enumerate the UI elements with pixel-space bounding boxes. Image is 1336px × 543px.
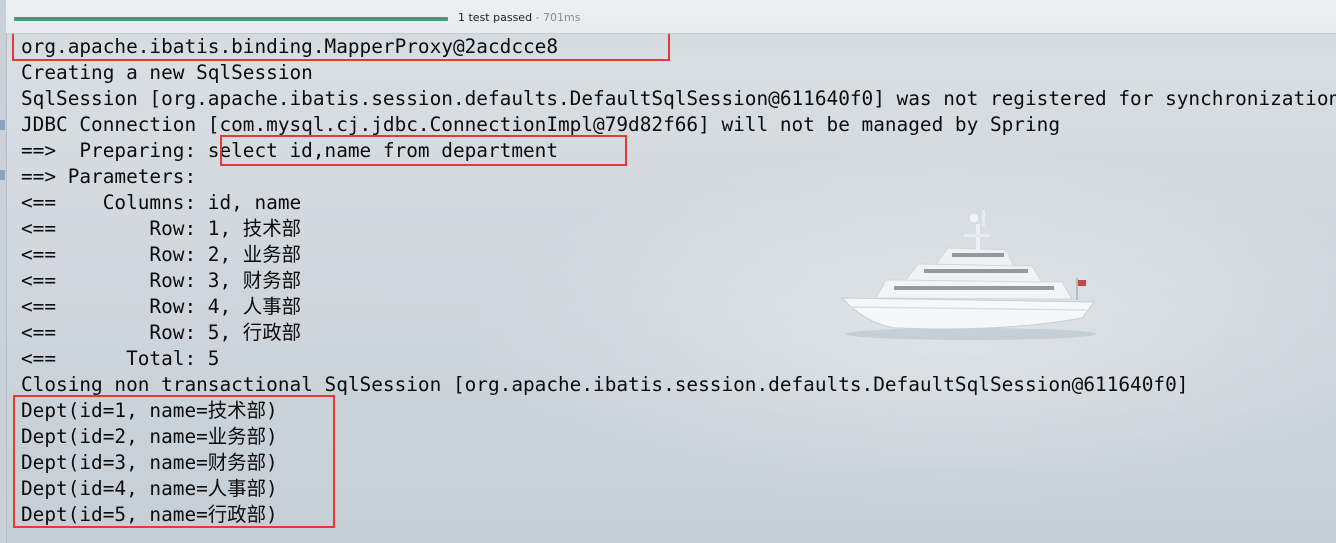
console-line: ==> Parameters: [21, 165, 208, 188]
gutter-marker [0, 120, 5, 130]
console-line: SqlSession [org.apache.ibatis.session.de… [21, 87, 1336, 110]
console-line: <== Row: 3, 财务部 [21, 269, 301, 292]
console-line: <== Total: 5 [21, 347, 220, 370]
gutter-marker [0, 170, 5, 180]
console-output[interactable]: org.apache.ibatis.binding.MapperProxy@2a… [6, 34, 1336, 543]
test-duration: 701ms [543, 11, 581, 24]
console-line: org.apache.ibatis.binding.MapperProxy@2a… [21, 35, 559, 58]
console-line: <== Columns: id, name [21, 191, 302, 214]
test-status-text: 1 test passed - 701ms [458, 11, 580, 24]
console-line: Creating a new SqlSession [21, 61, 313, 84]
test-status-bar: 1 test passed - 701ms [6, 0, 1336, 34]
test-result-label: 1 test passed [458, 11, 533, 24]
console-line: ==> Preparing: select id,name from depar… [21, 139, 559, 162]
console-line: Closing non transactional SqlSession [or… [21, 373, 1189, 396]
console-line: <== Row: 2, 业务部 [21, 243, 301, 266]
test-duration-separator: - [532, 11, 544, 24]
console-line: <== Row: 1, 技术部 [21, 217, 301, 240]
console-line: <== Row: 5, 行政部 [21, 321, 301, 344]
console-line: <== Row: 4, 人事部 [21, 295, 301, 318]
console-line: Dept(id=1, name=技术部) [21, 399, 278, 422]
test-progress-bar [14, 17, 448, 21]
console-line: Dept(id=4, name=人事部) [21, 477, 278, 500]
console-line: Dept(id=5, name=行政部) [21, 503, 278, 526]
console-line: Dept(id=2, name=业务部) [21, 425, 278, 448]
console-line: JDBC Connection [com.mysql.cj.jdbc.Conne… [21, 113, 1060, 136]
console-line: Dept(id=3, name=财务部) [21, 451, 278, 474]
